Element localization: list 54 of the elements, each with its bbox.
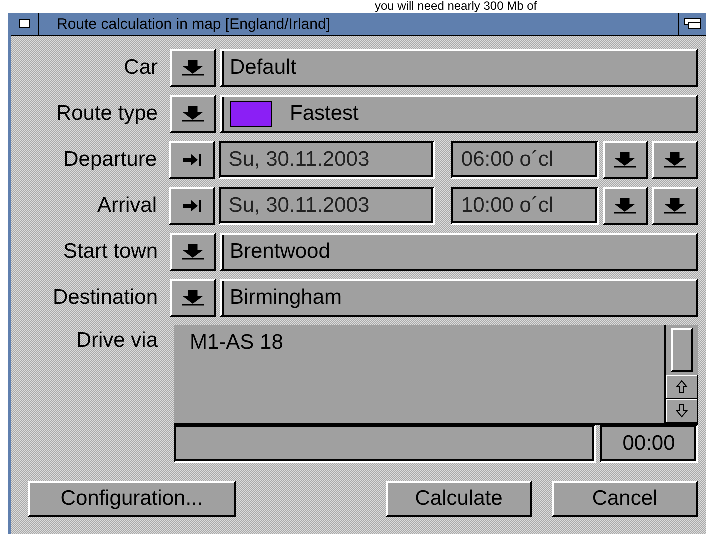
field-label: Destination — [52, 286, 159, 310]
select-field[interactable]: Default — [220, 49, 698, 87]
time-field[interactable]: 10:00 o´cl — [451, 187, 599, 225]
field-label: Route type — [55, 102, 159, 126]
down-arrow-icon — [180, 60, 206, 76]
field-label: Arrival — [96, 194, 158, 218]
select-field[interactable]: Brentwood — [220, 233, 698, 271]
arrow-to-bar-icon — [180, 152, 203, 168]
set-button[interactable] — [169, 187, 215, 225]
dialog-button[interactable]: Calculate — [386, 481, 532, 517]
field-label: Departure — [62, 148, 158, 172]
field-label: Start town — [62, 240, 159, 264]
up-arrow-icon — [676, 380, 688, 394]
window-title: Route calculation in map [England/Irland] — [56, 16, 331, 32]
dropdown-button[interactable] — [170, 49, 216, 87]
field-label: Car — [123, 56, 159, 80]
field-value: Default — [230, 56, 297, 80]
arrow-to-bar-icon — [180, 198, 203, 214]
scroll-up-button[interactable] — [666, 375, 698, 399]
select-field[interactable]: Fastest — [220, 95, 698, 133]
scroll-thumb[interactable] — [671, 328, 693, 372]
dialog-button[interactable]: Cancel — [552, 481, 698, 517]
date-field[interactable]: Su, 30.11.2003 — [218, 187, 436, 225]
route-list[interactable]: M1-AS 18 — [174, 325, 698, 425]
field-label: Drive via — [75, 328, 159, 353]
down-arrow-icon — [612, 198, 638, 214]
down-arrow-icon — [180, 106, 206, 122]
list-item[interactable]: M1-AS 18 — [190, 331, 648, 355]
dropdown-button[interactable] — [170, 95, 216, 133]
down-arrow-icon — [676, 404, 688, 418]
date-field[interactable]: Su, 30.11.2003 — [218, 141, 436, 179]
dropdown-button[interactable] — [602, 187, 648, 225]
set-button[interactable] — [169, 141, 215, 179]
close-icon — [18, 19, 30, 29]
dropdown-button[interactable] — [652, 141, 698, 179]
down-arrow-icon — [612, 152, 638, 168]
background-text: you will need nearly 300 Mb of — [374, 0, 538, 13]
down-arrow-icon — [662, 152, 688, 168]
dropdown-button[interactable] — [170, 279, 216, 317]
scroll-down-button[interactable] — [666, 399, 698, 423]
time-field[interactable]: 06:00 o´cl — [451, 141, 599, 179]
dropdown-button[interactable] — [652, 187, 698, 225]
windows-icon — [684, 18, 702, 30]
field-value: Brentwood — [230, 240, 330, 264]
dropdown-button[interactable] — [170, 233, 216, 271]
field-value: Fastest — [290, 102, 359, 126]
dropdown-button[interactable] — [602, 141, 648, 179]
dialog-button[interactable]: Configuration... — [28, 481, 236, 517]
down-arrow-icon — [662, 198, 688, 214]
field-value: Birmingham — [230, 286, 342, 310]
down-arrow-icon — [180, 244, 206, 260]
select-field[interactable]: Birmingham — [220, 279, 698, 317]
down-arrow-icon — [180, 290, 206, 306]
time-display: 00:00 — [600, 425, 698, 463]
